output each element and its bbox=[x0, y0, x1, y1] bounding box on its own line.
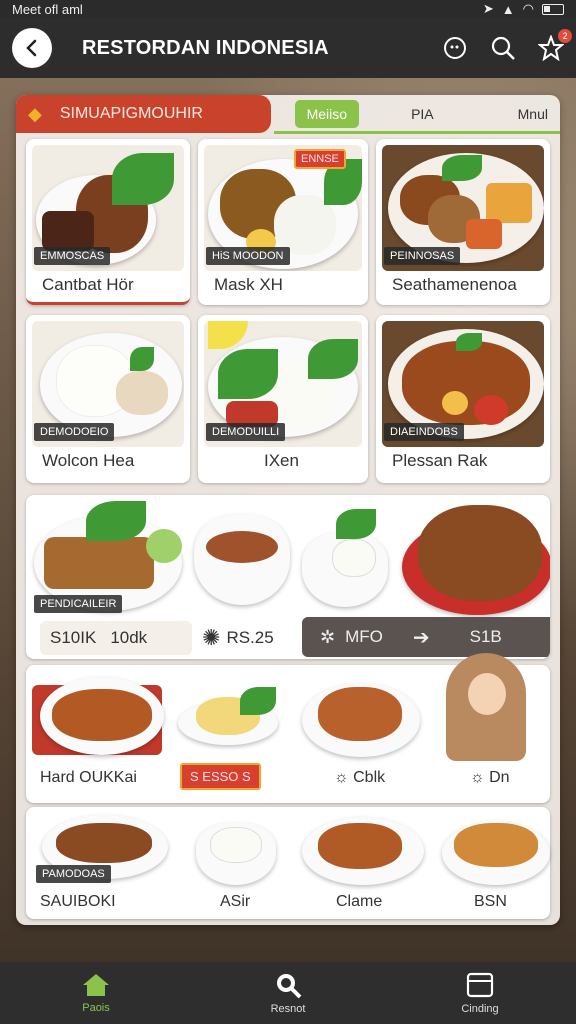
battery-icon bbox=[542, 3, 564, 15]
tab-meiiso[interactable]: Meiiso bbox=[294, 100, 360, 128]
dish-name: ☼ Cblk bbox=[334, 769, 385, 787]
dish-name: Mask XH bbox=[214, 275, 283, 294]
status-bar: Meet ofl aml ➤ ▲ ◠ bbox=[0, 0, 576, 18]
gear-icon: ✺ bbox=[202, 625, 221, 650]
dish-tag: DIAEINDOBS bbox=[384, 423, 464, 441]
info-label: MFO bbox=[345, 627, 383, 646]
dish-name: Clame bbox=[336, 893, 383, 910]
dish-name: IXen bbox=[264, 451, 299, 470]
category-label: SIMUAPIGMOUHIR bbox=[59, 105, 203, 122]
dish-name: SAUIBOKI bbox=[40, 893, 116, 910]
clipboard-icon bbox=[466, 972, 494, 998]
dish-name: Plessan Rak bbox=[392, 451, 488, 470]
dish-name: Hard OUKKai bbox=[40, 769, 137, 786]
nav-home[interactable]: Paois bbox=[0, 962, 192, 1024]
menu-card[interactable]: DEMODOEIO Wolcon Hea bbox=[26, 315, 190, 483]
location-icon: ➤ bbox=[482, 1, 494, 16]
menu-card[interactable]: PEINNOSAS Seathamenenoa bbox=[376, 139, 550, 305]
row-tag: PAMODOAS bbox=[36, 865, 111, 883]
dish-name: Seathamenenoa bbox=[392, 275, 517, 294]
wifi-icon: ◠ bbox=[522, 1, 534, 16]
arrow-right-icon: ➔ bbox=[412, 626, 430, 649]
signal-icon: ▲ bbox=[501, 1, 515, 17]
tab-underline bbox=[274, 131, 560, 134]
dish-name-text: Dn bbox=[489, 769, 510, 786]
settings-icon: ✲ bbox=[320, 626, 336, 647]
search-icon bbox=[491, 36, 515, 60]
nav-search-label: Resnot bbox=[270, 1003, 306, 1015]
chat-button[interactable] bbox=[442, 35, 468, 61]
price-tag[interactable]: S ESSO S bbox=[180, 763, 261, 790]
nav-search[interactable]: Resnot bbox=[192, 962, 384, 1024]
back-button[interactable] bbox=[12, 28, 52, 68]
feature-tag: PENDICAILEIR bbox=[34, 595, 123, 613]
info-value: S1B bbox=[469, 627, 502, 646]
app-title: RESTORDAN INDONESIA bbox=[82, 36, 329, 59]
dish-tag: EMMOSCAS bbox=[34, 247, 111, 265]
price-a: S10IK bbox=[50, 628, 97, 647]
menu-card[interactable]: EMMOSCAS Cantbat Hör bbox=[26, 139, 190, 305]
app-bar: RESTORDAN INDONESIA 2 bbox=[0, 18, 576, 78]
star-icon: ◆ bbox=[28, 103, 42, 124]
nav-orders[interactable]: Cinding bbox=[384, 962, 576, 1024]
dish-name: ASir bbox=[220, 893, 251, 910]
bottom-navigation: Paois Resnot Cinding bbox=[0, 962, 576, 1024]
carrier-text: Meet ofl aml bbox=[12, 1, 83, 17]
dish-tag: DEMODOEIO bbox=[34, 423, 115, 441]
tab-pia[interactable]: PIA bbox=[399, 100, 446, 128]
chat-icon bbox=[444, 37, 466, 59]
dish-name: Wolcon Hea bbox=[42, 451, 135, 470]
dish-name: BSN bbox=[474, 893, 507, 910]
price-b: 10dk bbox=[110, 628, 148, 647]
promo-value: RS.25 bbox=[226, 628, 274, 647]
menu-card[interactable]: DEMODUILLI IXen bbox=[198, 315, 368, 483]
menu-card[interactable]: ENNSE HiS MOODON Mask XH bbox=[198, 139, 368, 305]
nav-home-label: Paois bbox=[82, 1002, 110, 1014]
dishes-row: PAMODOAS SAUIBOKI ASir Clame BSN bbox=[26, 807, 550, 919]
sun-icon: ☼ bbox=[334, 769, 349, 786]
nav-orders-label: Cinding bbox=[461, 1003, 499, 1015]
dish-name-text: Cblk bbox=[353, 769, 386, 786]
dishes-row: Hard OUKKai S ESSO S ☼ Cblk ☼ Dn bbox=[26, 653, 550, 803]
notification-badge: 2 bbox=[558, 29, 572, 43]
dish-tag: PEINNOSAS bbox=[384, 247, 461, 265]
menu-card[interactable]: DIAEINDOBS Plessan Rak bbox=[376, 315, 550, 483]
search-button[interactable] bbox=[490, 35, 516, 61]
tab-mnul[interactable]: Mnul bbox=[506, 100, 560, 128]
category-bar: ◆ SIMUAPIGMOUHIR Meiiso PIA Mnul bbox=[16, 95, 560, 133]
dish-name: Cantbat Hör bbox=[42, 275, 134, 294]
chevron-left-icon bbox=[26, 39, 37, 57]
home-icon bbox=[83, 974, 109, 996]
search-icon bbox=[277, 974, 302, 999]
category-header[interactable]: ◆ SIMUAPIGMOUHIR bbox=[16, 95, 271, 133]
dish-badge: ENNSE bbox=[294, 149, 346, 169]
menu-panel: ◆ SIMUAPIGMOUHIR Meiiso PIA Mnul EMMOSCA… bbox=[16, 95, 560, 925]
info-bar[interactable]: ✲ MFO ➔ S1B bbox=[302, 617, 550, 657]
notifications-button[interactable]: 2 bbox=[538, 29, 572, 61]
dish-tag: DEMODUILLI bbox=[206, 423, 286, 441]
featured-dishes[interactable]: PENDICAILEIR S10IK 10dk ✺ RS.25 ✲ MFO ➔ … bbox=[26, 495, 550, 659]
sun-icon: ☼ bbox=[470, 769, 485, 786]
price-box: S10IK 10dk bbox=[40, 621, 192, 655]
promo-info: ✺ RS.25 bbox=[202, 625, 274, 651]
dish-name: ☼ Dn bbox=[470, 769, 510, 787]
dish-tag: HiS MOODON bbox=[206, 247, 290, 265]
